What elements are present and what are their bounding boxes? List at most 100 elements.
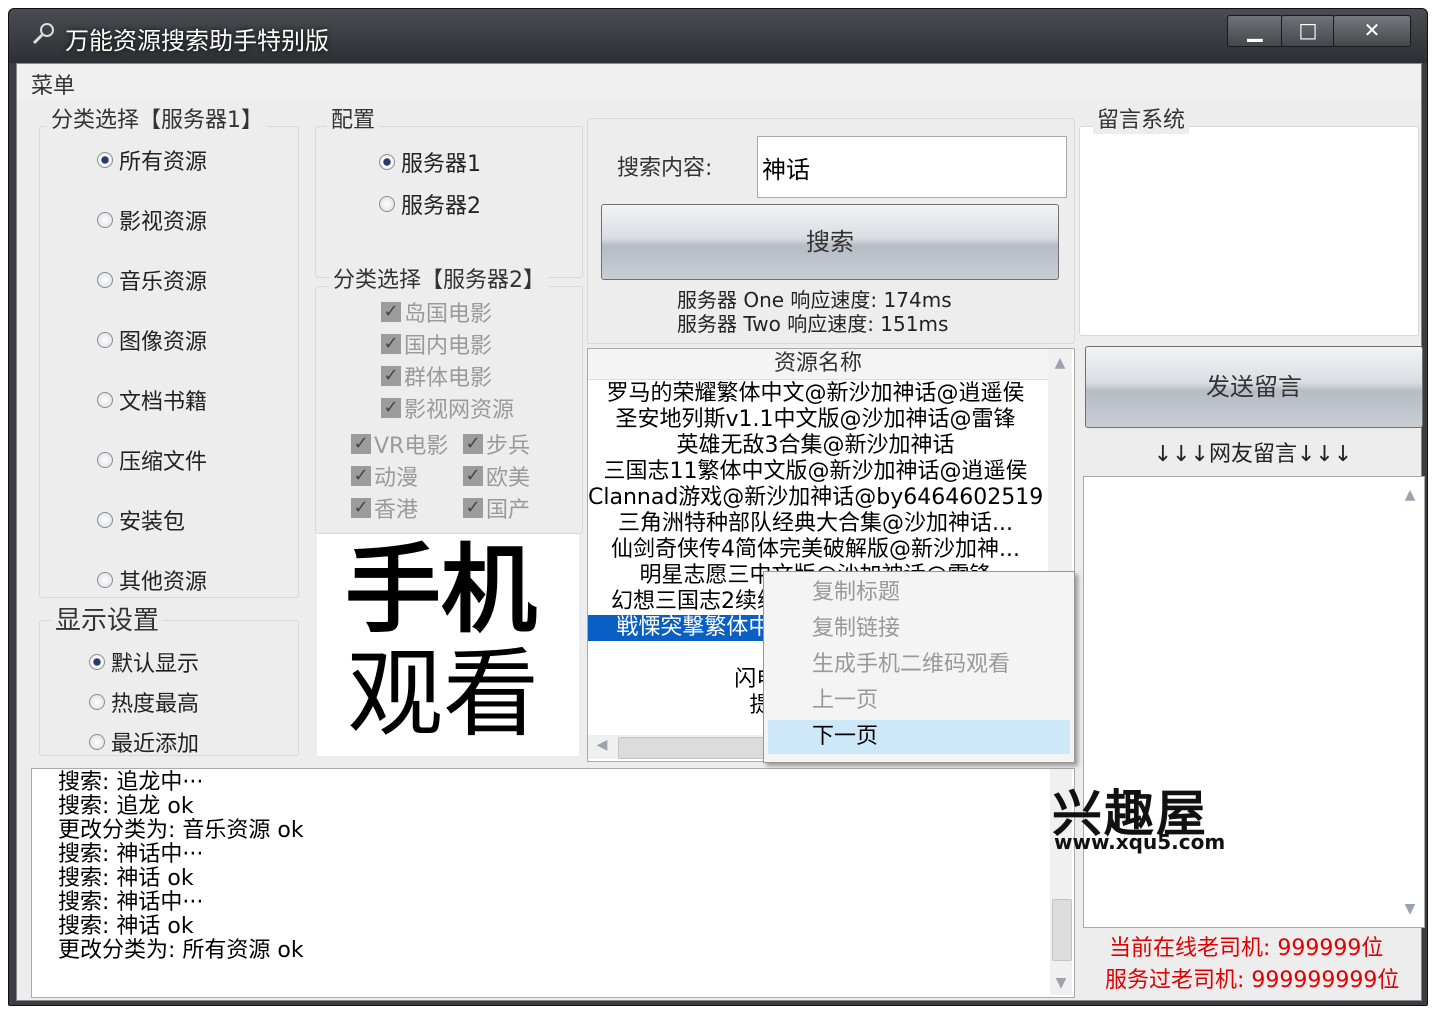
checkbox-checked-icon[interactable]: ✓ (351, 466, 371, 486)
checkbox-checked-icon[interactable]: ✓ (381, 334, 401, 354)
checkbox-checked-icon[interactable]: ✓ (381, 398, 401, 418)
radio-option[interactable]: 服务器2 (379, 188, 481, 220)
checkbox-option[interactable]: ✓ 国内电影 (381, 328, 492, 360)
results-column-header[interactable]: 资源名称 (588, 349, 1048, 380)
radio-option[interactable]: 文档书籍 (97, 384, 207, 416)
radio-unselected-icon[interactable] (97, 452, 113, 468)
radio-selected-icon[interactable] (97, 152, 113, 168)
checkbox-label: 岛国电影 (404, 302, 493, 327)
mobile-view-banner[interactable]: 手机 观看 (317, 534, 579, 756)
friends-messages-list[interactable]: ▲ ▼ (1083, 476, 1425, 928)
menu-bar: 菜单 (17, 64, 1421, 100)
message-system-box[interactable] (1079, 126, 1419, 336)
checkbox-checked-icon[interactable]: ✓ (351, 434, 371, 454)
checkbox-option[interactable]: ✓ 群体电影 (381, 360, 492, 392)
radio-option[interactable]: 所有资源 (97, 144, 207, 176)
scroll-up-icon[interactable]: ▲ (1048, 355, 1072, 371)
radio-option[interactable]: 默认显示 (89, 646, 199, 678)
radio-option[interactable]: 热度最高 (89, 686, 199, 718)
list-item[interactable]: 罗马的荣耀繁体中文@新沙加神话@逍遥侯 (588, 381, 1043, 407)
context-menu-item[interactable]: 下一页 (768, 720, 1070, 754)
maximize-button[interactable]: □ (1281, 15, 1335, 47)
checkbox-option[interactable]: ✓ 影视网资源 (381, 392, 514, 424)
radio-option[interactable]: 安装包 (97, 504, 185, 536)
log-lines: 搜索: 追龙中··· 搜索: 追龙 ok 更改分类为: 音乐资源 ok 搜索: 神话中… (58, 771, 304, 963)
minimize-icon: ▁ (1247, 18, 1263, 42)
radio-selected-icon[interactable] (89, 654, 105, 670)
checkbox-label: 步兵 (486, 434, 531, 459)
radio-unselected-icon[interactable] (97, 272, 113, 288)
app-window: 万能资源搜索助手特别版 ▁ □ ✕ 菜单 分类选择【服务器1】 所有资源影视资源… (8, 8, 1428, 1006)
context-menu-item[interactable]: 上一页 (768, 684, 1070, 718)
radio-selected-icon[interactable] (379, 154, 395, 170)
context-menu: 复制标题 复制链接 生成手机二维码观看 上一页 下一页 (763, 571, 1075, 763)
radio-option[interactable]: 服务器1 (379, 146, 481, 178)
list-item[interactable]: 三国志11繁体中文版@新沙加神话@逍遥侯 (588, 459, 1043, 485)
log-line: 搜索: 追龙中··· (58, 770, 204, 795)
checkbox-checked-icon[interactable]: ✓ (381, 366, 401, 386)
messages-scroll-down-icon[interactable]: ▼ (1400, 901, 1420, 917)
radio-unselected-icon[interactable] (89, 734, 105, 750)
radio-option[interactable]: 最近添加 (89, 726, 199, 758)
radio-option[interactable]: 音乐资源 (97, 264, 207, 296)
radio-unselected-icon[interactable] (97, 572, 113, 588)
search-input[interactable] (757, 136, 1067, 198)
radio-unselected-icon[interactable] (97, 332, 113, 348)
checkbox-option[interactable]: ✓ 岛国电影 (381, 296, 492, 328)
scroll-left-icon[interactable]: ◀ (592, 737, 612, 753)
radio-unselected-icon[interactable] (89, 694, 105, 710)
checkbox-option[interactable]: ✓ 欧美 (463, 460, 530, 492)
checkbox-option[interactable]: ✓ 步兵 (463, 428, 530, 460)
minimize-button[interactable]: ▁ (1227, 15, 1283, 47)
log-scroll-down-icon[interactable]: ▼ (1050, 975, 1072, 991)
served-drivers-count: 服务过老司机: 999999999位 (1105, 968, 1400, 993)
list-item[interactable]: 圣安地列斯v1.1中文版@沙加神话@雷锋 (588, 407, 1043, 433)
radio-unselected-icon[interactable] (97, 392, 113, 408)
checkbox-checked-icon[interactable]: ✓ (463, 498, 483, 518)
checkbox-option[interactable]: ✓ 动漫 (351, 460, 418, 492)
list-item[interactable]: 仙剑奇侠传4简体完美破解版@新沙加神... (588, 537, 1043, 563)
checkbox-checked-icon[interactable]: ✓ (381, 302, 401, 322)
checkbox-option[interactable]: ✓ 香港 (351, 492, 418, 524)
checkbox-label: 影视网资源 (404, 398, 515, 423)
list-item[interactable]: 英雄无敌3合集@新沙加神话 (588, 433, 1043, 459)
radio-label: 所有资源 (119, 150, 208, 175)
search-button[interactable]: 搜索 (601, 204, 1059, 280)
checkbox-label: 国产 (486, 498, 531, 523)
radio-option[interactable]: 影视资源 (97, 204, 207, 236)
radio-label: 热度最高 (111, 692, 200, 717)
checkbox-label: 欧美 (486, 466, 531, 491)
radio-unselected-icon[interactable] (379, 196, 395, 212)
context-menu-item[interactable]: 生成手机二维码观看 (768, 648, 1070, 682)
log-panel[interactable]: 搜索: 追龙中··· 搜索: 追龙 ok 更改分类为: 音乐资源 ok 搜索: 神话中… (31, 768, 1075, 998)
category-server1-legend: 分类选择【服务器1】 (47, 102, 267, 134)
radio-label: 安装包 (119, 510, 186, 535)
config-legend: 配置 (327, 102, 380, 134)
send-message-button[interactable]: 发送留言 (1085, 346, 1423, 428)
checkbox-checked-icon[interactable]: ✓ (463, 466, 483, 486)
radio-unselected-icon[interactable] (97, 512, 113, 528)
checkbox-checked-icon[interactable]: ✓ (351, 498, 371, 518)
radio-option[interactable]: 图像资源 (97, 324, 207, 356)
messages-scroll-up-icon[interactable]: ▲ (1400, 487, 1420, 503)
list-item[interactable]: Clannad游戏@新沙加神话@by6464602519 (588, 485, 1043, 511)
radio-option[interactable]: 压缩文件 (97, 444, 207, 476)
close-button[interactable]: ✕ (1333, 15, 1411, 47)
checkbox-checked-icon[interactable]: ✓ (463, 434, 483, 454)
checkbox-option[interactable]: ✓ VR电影 (351, 428, 448, 460)
radio-unselected-icon[interactable] (97, 212, 113, 228)
radio-label: 其他资源 (119, 570, 208, 595)
maximize-icon: □ (1298, 18, 1318, 42)
log-scroll-thumb[interactable] (1052, 899, 1072, 961)
close-icon: ✕ (1363, 18, 1381, 42)
context-menu-item[interactable]: 复制链接 (768, 612, 1070, 646)
radio-option[interactable]: 其他资源 (97, 564, 207, 596)
context-menu-item[interactable]: 复制标题 (768, 576, 1070, 610)
checkbox-label: 香港 (374, 498, 419, 523)
checkbox-option[interactable]: ✓ 国产 (463, 492, 530, 524)
checkbox-label: 国内电影 (404, 334, 493, 359)
list-item[interactable]: 三角洲特种部队经典大合集@沙加神话... (588, 511, 1043, 537)
title-bar[interactable]: 万能资源搜索助手特别版 ▁ □ ✕ (9, 9, 1427, 63)
log-line: 更改分类为: 音乐资源 ok (58, 818, 304, 843)
menu-item-menu[interactable]: 菜单 (31, 68, 75, 100)
